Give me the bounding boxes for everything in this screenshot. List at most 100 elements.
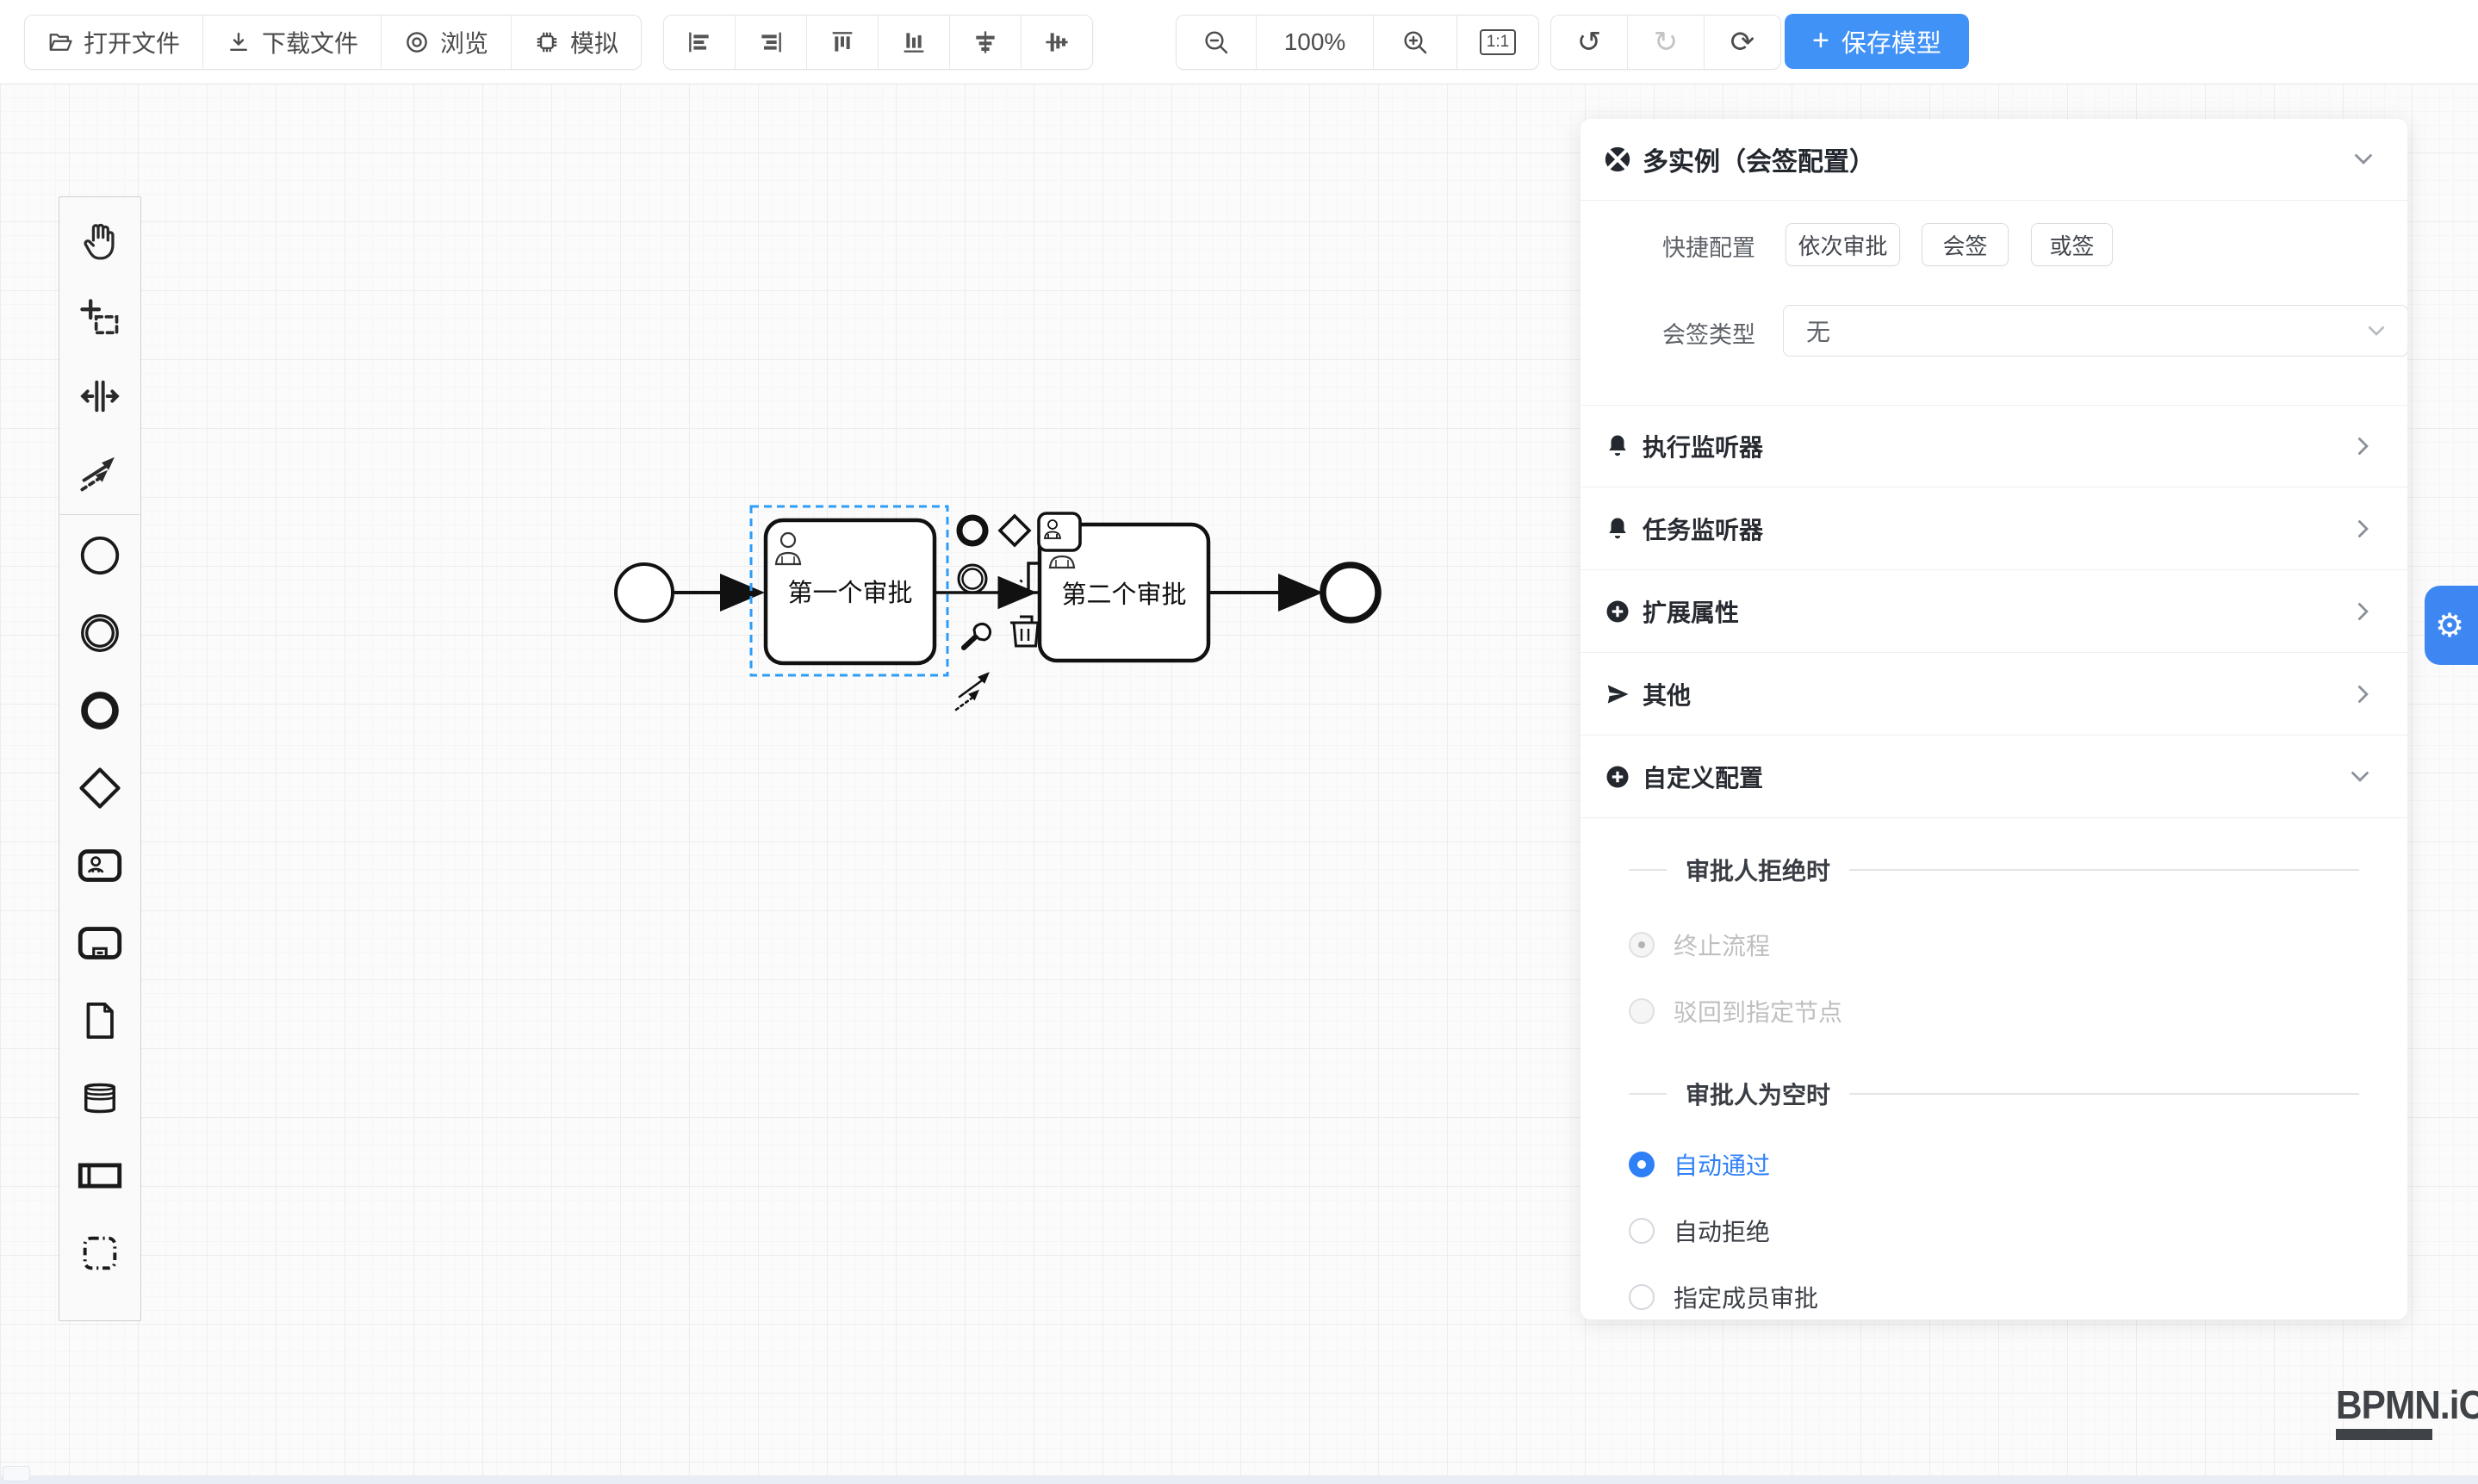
zoom-in-button[interactable] (1374, 16, 1457, 69)
append-gateway-icon[interactable] (1000, 516, 1029, 545)
sign-type-label: 会签类型 (1662, 316, 1755, 350)
send-icon (1605, 681, 1630, 707)
task-1-label: 第一个审批 (787, 579, 912, 607)
sign-type-select[interactable]: 无 (1783, 305, 2407, 357)
bell-icon (1605, 516, 1630, 542)
chevron-right-icon (2357, 437, 2369, 456)
refresh-button[interactable]: ⟳ (1705, 16, 1780, 69)
align-top-button[interactable] (807, 16, 879, 69)
save-model-button[interactable]: + 保存模型 (1785, 14, 1969, 69)
radio-icon (1629, 932, 1655, 958)
palette-group[interactable] (60, 1214, 140, 1292)
redo-button[interactable]: ↻ (1628, 16, 1705, 69)
radio-auto-reject[interactable]: 自动拒绝 (1581, 1212, 2407, 1250)
redo-icon: ↻ (1654, 28, 1679, 57)
append-end-event-icon[interactable] (960, 518, 985, 543)
start-event-shape[interactable] (616, 564, 673, 621)
zoom-level[interactable]: 100% (1257, 16, 1374, 69)
radio-auto-pass[interactable]: 自动通过 (1581, 1146, 2407, 1183)
chevron-right-icon (2357, 685, 2369, 704)
chevron-down-icon (2354, 153, 2373, 165)
multi-instance-icon (1603, 145, 1632, 174)
simulate-label: 模拟 (570, 25, 618, 59)
lasso-tool-icon (78, 296, 122, 341)
palette-data-object[interactable] (60, 982, 140, 1059)
palette-global-connect-tool[interactable] (60, 435, 140, 512)
open-file-label: 打开文件 (84, 25, 180, 59)
end-event-shape[interactable] (1323, 565, 1378, 620)
palette-intermediate-event[interactable] (60, 594, 140, 672)
change-type-wrench-icon[interactable] (964, 624, 991, 648)
quick-option-orsign[interactable]: 或签 (2031, 223, 2113, 266)
align-top-icon (829, 28, 856, 56)
align-center-vertical-icon (1043, 28, 1071, 56)
section-label: 任务监听器 (1643, 512, 2357, 546)
element-palette (59, 196, 141, 1321)
palette-end-event[interactable] (60, 672, 140, 749)
section-custom-config[interactable]: 自定义配置 (1581, 736, 2407, 818)
align-center-vertical-button[interactable] (1022, 16, 1092, 69)
radio-icon (1629, 998, 1655, 1024)
palette-start-event[interactable] (60, 517, 140, 594)
user-task-1[interactable]: 第一个审批 (766, 520, 935, 663)
palette-data-store[interactable] (60, 1059, 140, 1137)
palette-space-tool[interactable] (60, 357, 140, 435)
append-user-task-icon[interactable] (1039, 513, 1080, 550)
palette-gateway[interactable] (60, 749, 140, 827)
section-task-listener[interactable]: 任务监听器 (1581, 487, 2407, 570)
settings-tab[interactable]: ⚙ (2425, 586, 2478, 665)
palette-hand-tool[interactable] (60, 202, 140, 280)
start-event-icon (77, 532, 123, 579)
divider-line (1629, 869, 1667, 871)
palette-lasso-tool[interactable] (60, 280, 140, 357)
divider-line (1849, 1093, 2359, 1095)
align-bottom-button[interactable] (879, 16, 950, 69)
panel-title: 多实例（会签配置） (1643, 140, 2354, 178)
plus-circle-icon (1605, 599, 1630, 624)
horizontal-scrollbar-track[interactable] (0, 1475, 2478, 1484)
panel-header[interactable]: 多实例（会签配置） (1581, 119, 2407, 201)
align-left-button[interactable] (664, 16, 736, 69)
align-group (663, 15, 1093, 70)
zoom-out-button[interactable] (1177, 16, 1257, 69)
section-label: 执行监听器 (1643, 429, 2357, 463)
quick-option-label: 或签 (2049, 229, 2094, 261)
connect-tool-icon[interactable] (956, 673, 989, 710)
bpmn-io-logo-text: BPMN.iO (2336, 1382, 2478, 1428)
open-file-button[interactable]: 打开文件 (25, 16, 203, 69)
radio-label: 自动拒绝 (1674, 1214, 1770, 1248)
zoom-reset-button[interactable]: 1:1 (1457, 16, 1538, 69)
radio-icon (1629, 1284, 1655, 1310)
delete-trash-icon[interactable] (1010, 617, 1041, 646)
chevron-down-icon (2351, 771, 2369, 783)
preview-icon (404, 29, 430, 55)
undo-button[interactable]: ↺ (1551, 16, 1628, 69)
align-right-button[interactable] (736, 16, 807, 69)
simulate-button[interactable]: 模拟 (512, 16, 641, 69)
palette-participant[interactable] (60, 1137, 140, 1214)
radio-assign-member[interactable]: 指定成员审批 (1581, 1278, 2407, 1316)
reject-group-title: 审批人拒绝时 (1581, 851, 2407, 889)
properties-panel: 多实例（会签配置） 快捷配置 依次审批 会签 或签 会签类型 无 执行监听器 任… (1581, 119, 2407, 1319)
user-task-icon (75, 841, 125, 891)
quick-option-sequential[interactable]: 依次审批 (1786, 223, 1900, 266)
align-right-icon (757, 28, 785, 56)
bpmn-io-watermark[interactable]: BPMN.iO (2336, 1382, 2478, 1440)
horizontal-scrollbar-thumb[interactable] (3, 1466, 30, 1481)
chip-icon (534, 29, 560, 55)
radio-label: 指定成员审批 (1674, 1280, 1818, 1314)
sub-process-icon (75, 918, 125, 968)
align-center-horizontal-button[interactable] (950, 16, 1022, 69)
palette-user-task[interactable] (60, 827, 140, 904)
section-execution-listener[interactable]: 执行监听器 (1581, 405, 2407, 487)
section-extended-properties[interactable]: 扩展属性 (1581, 570, 2407, 653)
preview-button[interactable]: 浏览 (382, 16, 512, 69)
palette-sub-process[interactable] (60, 904, 140, 982)
quick-config-row: 快捷配置 依次审批 会签 或签 (1581, 222, 2407, 265)
gateway-icon (76, 764, 124, 812)
quick-option-countersign[interactable]: 会签 (1922, 223, 2009, 266)
quick-option-label: 依次审批 (1798, 229, 1887, 261)
refresh-icon: ⟳ (1730, 28, 1755, 57)
download-file-button[interactable]: 下载文件 (203, 16, 382, 69)
section-other[interactable]: 其他 (1581, 653, 2407, 736)
